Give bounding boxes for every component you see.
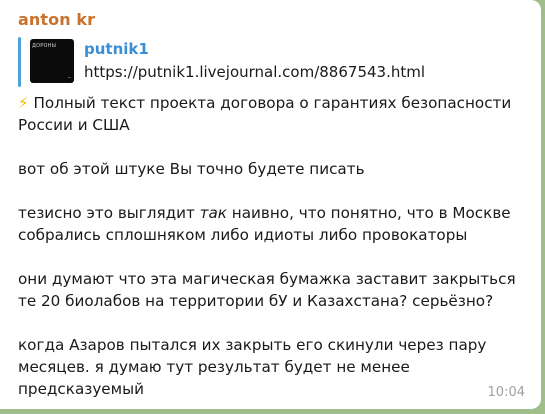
lightning-icon: ⚡	[18, 94, 29, 112]
message-text: ⚡ Полный текст проекта договора о гарант…	[18, 92, 528, 400]
preview-title[interactable]: putnik1	[84, 40, 149, 58]
message-paragraph: они думают что эта магическая бумажка за…	[18, 270, 516, 310]
preview-thumbnail[interactable]: ДОРОНЫ	[30, 39, 74, 83]
message-paragraph: когда Азаров пытался их закрыть его скин…	[18, 336, 487, 398]
thumbnail-caption: ДОРОНЫ	[32, 43, 57, 49]
message-bubble: anton kr ДОРОНЫ putnik1 https://putnik1.…	[0, 0, 541, 409]
message-paragraph: тезисно это выглядит так наивно, что пон…	[18, 202, 528, 246]
italic-text: так	[199, 204, 227, 222]
message-time: 10:04	[487, 385, 525, 400]
paragraph-text: Полный текст проекта договора о гарантия…	[18, 94, 512, 134]
sender-name[interactable]: anton kr	[18, 10, 95, 29]
paragraph-text: тезисно это выглядит	[18, 204, 200, 222]
message-paragraph: ⚡ Полный текст проекта договора о гарант…	[18, 92, 528, 136]
preview-url[interactable]: https://putnik1.livejournal.com/8867543.…	[84, 63, 425, 81]
thumbnail-mark	[68, 77, 71, 78]
message-paragraph: вот об этой штуке Вы точно будете писать	[18, 160, 365, 178]
preview-accent-bar	[18, 37, 21, 87]
link-preview[interactable]: ДОРОНЫ putnik1 https://putnik1.livejourn…	[18, 37, 468, 87]
